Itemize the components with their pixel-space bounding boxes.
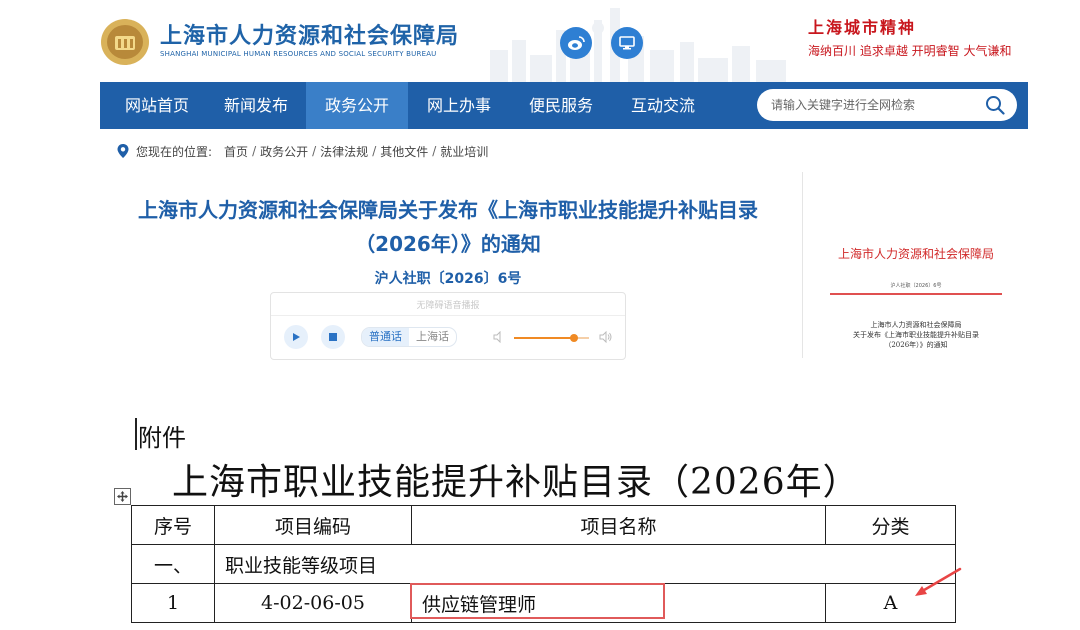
desktop-version-button[interactable] — [611, 27, 643, 59]
location-pin-icon — [117, 144, 129, 158]
bureau-name-english: SHANGHAI MUNICIPAL HUMAN RESOURCES AND S… — [160, 50, 437, 58]
catalog-title: 上海市职业技能提升补贴目录（2026年） — [172, 462, 860, 503]
table-move-handle[interactable] — [114, 488, 131, 505]
nav-item-online-services[interactable]: 网上办事 — [408, 82, 510, 129]
preview-text: 上海市人力资源和社会保障局 关于发布《上海市职业技能提升补贴目录 （2026年）… — [853, 321, 979, 349]
city-spirit-title: 上海城市精神 — [808, 18, 917, 37]
play-icon — [293, 333, 300, 341]
play-button[interactable] — [284, 325, 308, 349]
search-input[interactable] — [771, 89, 981, 121]
breadcrumb: 您现在的位置: 首页 / 政务公开 / 法律法规 / 其他文件 / 就业培训 — [116, 142, 488, 160]
header-category: 分类 — [825, 505, 956, 545]
red-arrow-annotation-icon — [915, 567, 962, 596]
breadcrumb-laws[interactable]: 法律法规 — [320, 143, 368, 160]
breadcrumb-prefix: 您现在的位置: — [136, 144, 213, 159]
volume-slider[interactable] — [514, 334, 589, 342]
volume-knob[interactable] — [570, 334, 578, 342]
language-mandarin-option[interactable]: 普通话 — [362, 328, 409, 346]
language-switch: 普通话 上海话 — [361, 327, 457, 347]
audio-reader-player: 无障碍语音播报 普通话 上海话 — [270, 292, 626, 360]
weibo-button[interactable] — [560, 27, 592, 59]
header-code: 项目编码 — [214, 505, 412, 545]
city-spirit-slogan: 海纳百川 追求卓越 开明睿智 大气谦和 — [808, 44, 1012, 58]
main-nav-bar: 网站首页 新闻发布 政务公开 网上办事 便民服务 互动交流 — [100, 82, 1028, 129]
monitor-icon — [619, 36, 635, 50]
article-title: 上海市人力资源和社会保障局关于发布《上海市职业技能提升补贴目录 （2026年）》… — [138, 198, 758, 256]
move-icon — [117, 491, 128, 502]
header-index: 序号 — [131, 505, 215, 545]
document-number: 沪人社职〔2026〕6号 — [374, 271, 522, 287]
table-header-row: 序号 项目编码 项目名称 分类 — [131, 505, 956, 545]
player-hint: 无障碍语音播报 — [416, 301, 480, 311]
section-name: 职业技能等级项目 — [214, 544, 956, 584]
breadcrumb-employment-training[interactable]: 就业培训 — [440, 143, 488, 160]
site-header: 上海市人力资源和社会保障局 SHANGHAI MUNICIPAL HUMAN R… — [0, 0, 1080, 82]
volume-low-icon — [493, 331, 501, 343]
search-icon[interactable] — [985, 95, 1005, 115]
nav-item-news[interactable]: 新闻发布 — [206, 82, 306, 129]
nav-item-government-affairs[interactable]: 政务公开 — [306, 82, 408, 129]
row-code: 4-02-06-05 — [214, 583, 412, 623]
text-cursor — [135, 418, 137, 450]
breadcrumb-government-affairs[interactable]: 政务公开 — [260, 143, 308, 160]
table-section-row: 一、 职业技能等级项目 — [131, 544, 956, 584]
bureau-logo-icon — [101, 19, 149, 65]
volume-high-icon — [599, 331, 612, 343]
language-shanghainese-option[interactable]: 上海话 — [409, 328, 456, 346]
stop-icon — [329, 333, 337, 341]
bureau-name: 上海市人力资源和社会保障局 — [160, 24, 460, 49]
breadcrumb-home[interactable]: 首页 — [224, 143, 248, 160]
document-preview-thumbnail[interactable]: 上海市人力资源和社会保障局 沪人社职〔2026〕6号 上海市人力资源和社会保障局… — [830, 195, 1002, 365]
section-index: 一、 — [131, 544, 215, 584]
search-box — [757, 89, 1017, 121]
highlight-annotation-box — [410, 583, 665, 619]
preview-org-header: 上海市人力资源和社会保障局 — [837, 247, 994, 261]
row-no: 1 — [131, 583, 215, 623]
stop-button[interactable] — [321, 325, 345, 349]
breadcrumb-other-documents[interactable]: 其他文件 — [380, 143, 428, 160]
attachment-label: 附件 — [138, 424, 186, 452]
nav-item-convenience-services[interactable]: 便民服务 — [510, 82, 612, 129]
preview-doc-number: 沪人社职〔2026〕6号 — [890, 283, 942, 289]
nav-item-interaction[interactable]: 互动交流 — [612, 82, 714, 129]
header-name: 项目名称 — [411, 505, 826, 545]
nav-item-home[interactable]: 网站首页 — [108, 82, 206, 129]
weibo-icon — [568, 36, 585, 50]
